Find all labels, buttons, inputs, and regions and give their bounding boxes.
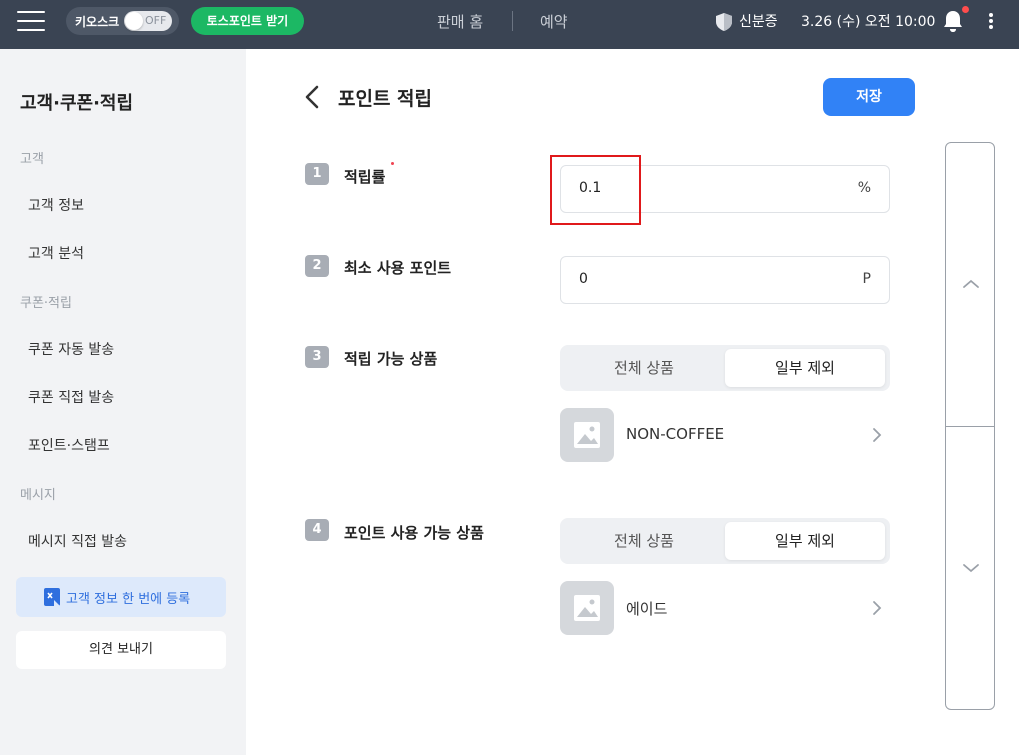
datetime: 3.26 (수) 오전 10:00 <box>801 14 936 30</box>
shield-icon <box>716 13 732 31</box>
bell-icon[interactable] <box>942 9 964 33</box>
scroll-up-button[interactable] <box>946 143 994 426</box>
nav-sales-home[interactable]: 판매 홈 <box>437 11 483 32</box>
nav-reservation[interactable]: 예약 <box>540 11 568 32</box>
image-placeholder-icon <box>574 422 600 448</box>
min-points-unit: P <box>862 271 871 287</box>
segment-partial-exclude[interactable]: 일부 제외 <box>725 349 885 387</box>
feedback-button[interactable]: 의견 보내기 <box>16 631 226 669</box>
step-number-1: 1 <box>305 163 329 185</box>
chevron-right-icon <box>873 601 882 615</box>
sidebar-item-points-stamp[interactable]: 포인트·스탬프 <box>28 435 110 455</box>
use-products-segment: 전체 상품 일부 제외 <box>560 518 890 564</box>
more-vertical-icon[interactable] <box>984 11 998 33</box>
kiosk-toggle[interactable]: OFF <box>124 11 172 31</box>
min-points-value: 0 <box>579 271 588 287</box>
kiosk-toggle-group: 키오스크 OFF <box>66 7 179 35</box>
id-verification-label: 신분증 <box>739 14 778 30</box>
product-thumbnail <box>560 581 614 635</box>
menu-icon[interactable] <box>17 11 45 31</box>
step-label-use-products: 포인트 사용 가능 상품 <box>344 524 484 542</box>
kiosk-state: OFF <box>145 14 167 27</box>
excel-icon <box>44 588 60 606</box>
product-thumbnail <box>560 408 614 462</box>
step-number-3: 3 <box>305 346 329 368</box>
sidebar-group-coupon: 쿠폰·적립 <box>20 296 72 311</box>
sidebar-item-coupon-direct[interactable]: 쿠폰 직접 발송 <box>28 387 114 407</box>
image-placeholder-icon <box>574 595 600 621</box>
sidebar-title: 고객·쿠폰·적립 <box>20 93 134 114</box>
use-excluded-product-item[interactable]: 에이드 <box>560 581 890 635</box>
sidebar-item-coupon-auto[interactable]: 쿠폰 자동 발송 <box>28 339 114 359</box>
segment-all-products[interactable]: 전체 상품 <box>564 349 724 387</box>
chevron-down-icon <box>963 564 979 573</box>
top-bar: 키오스크 OFF 토스포인트 받기 판매 홈 예약 신분증 3.26 (수) 오… <box>0 0 1019 49</box>
save-button[interactable]: 저장 <box>823 78 915 116</box>
highlight-box <box>550 155 641 225</box>
toss-points-button[interactable]: 토스포인트 받기 <box>191 7 304 35</box>
register-customers-label: 고객 정보 한 번에 등록 <box>66 592 191 607</box>
sidebar: 고객·쿠폰·적립 고객 고객 정보 고객 분석 쿠폰·적립 쿠폰 자동 발송 쿠… <box>0 49 246 755</box>
scroll-down-button[interactable] <box>946 427 994 709</box>
sidebar-item-message-direct[interactable]: 메시지 직접 발송 <box>28 531 127 551</box>
min-points-input[interactable]: 0 P <box>560 256 890 304</box>
product-name: NON-COFFEE <box>626 425 725 443</box>
back-arrow-icon[interactable] <box>302 84 322 110</box>
segment-partial-exclude[interactable]: 일부 제외 <box>725 522 885 560</box>
toggle-knob <box>125 12 143 30</box>
step-label-min-points: 최소 사용 포인트 <box>344 259 452 277</box>
step-label-earn-products: 적립 가능 상품 <box>344 350 438 368</box>
step-number-2: 2 <box>305 255 329 277</box>
chevron-right-icon <box>873 428 882 442</box>
sidebar-group-customer: 고객 <box>20 152 44 167</box>
chevron-up-icon <box>963 279 979 288</box>
page-scroll-control <box>945 142 995 710</box>
nav-divider <box>512 11 513 31</box>
step-number-4: 4 <box>305 519 329 541</box>
step-label-earn-rate: 적립률 <box>344 168 386 186</box>
segment-all-products[interactable]: 전체 상품 <box>564 522 724 560</box>
register-customers-button[interactable]: 고객 정보 한 번에 등록 <box>16 577 226 617</box>
product-name: 에이드 <box>626 600 668 618</box>
required-indicator <box>391 162 394 165</box>
earn-excluded-product-item[interactable]: NON-COFFEE <box>560 408 890 462</box>
sidebar-group-message: 메시지 <box>20 488 56 503</box>
earn-rate-unit: % <box>857 180 871 196</box>
sidebar-item-customer-info[interactable]: 고객 정보 <box>28 195 84 215</box>
earn-products-segment: 전체 상품 일부 제외 <box>560 345 890 391</box>
page-title: 포인트 적립 <box>338 88 433 110</box>
notification-badge <box>962 6 969 13</box>
sidebar-item-customer-analysis[interactable]: 고객 분석 <box>28 243 84 263</box>
kiosk-label: 키오스크 <box>75 15 120 29</box>
